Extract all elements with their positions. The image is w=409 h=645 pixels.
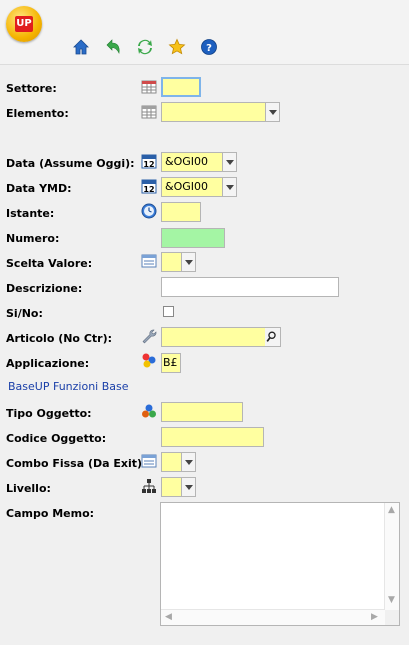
scelta-valore-label: Scelta Valore:: [6, 257, 93, 270]
scroll-up-arrow-icon[interactable]: ▲: [388, 505, 395, 515]
scelta-valore-combo[interactable]: [161, 252, 182, 272]
calendar-icon[interactable]: 12: [141, 178, 157, 194]
object-type-icon: [141, 403, 157, 419]
data-assume-oggi-dropdown-button[interactable]: [223, 152, 237, 172]
toolbar-header: UP ?: [0, 0, 409, 65]
livello-label: Livello:: [6, 482, 51, 495]
scelta-valore-dropdown-button[interactable]: [182, 252, 196, 272]
table-icon: [141, 79, 157, 95]
elemento-dropdown-button[interactable]: [266, 102, 280, 122]
home-icon[interactable]: [72, 38, 90, 56]
combo-fissa-combo[interactable]: [161, 452, 182, 472]
back-icon[interactable]: [104, 38, 122, 56]
campo-memo-textarea[interactable]: ▲ ▼ ◀ ▶: [160, 502, 400, 626]
data-ymd-input[interactable]: &OGI00: [161, 177, 223, 197]
refresh-icon[interactable]: [136, 38, 154, 56]
scroll-down-arrow-icon[interactable]: ▼: [388, 595, 395, 605]
app-logo-text: UP: [15, 16, 33, 32]
list-icon: [141, 253, 157, 269]
numero-label: Numero:: [6, 232, 60, 245]
magnifier-icon: [266, 331, 276, 342]
list-icon: [141, 453, 157, 469]
settore-label: Settore:: [6, 82, 57, 95]
calendar-icon[interactable]: 12: [141, 153, 157, 169]
data-assume-oggi-input[interactable]: &OGI00: [161, 152, 223, 172]
svg-text:?: ?: [206, 43, 212, 54]
codice-oggetto-input[interactable]: [161, 427, 264, 447]
livello-combo[interactable]: [161, 477, 182, 497]
scrollbar-corner: [385, 610, 399, 625]
molecule-icon: [141, 352, 157, 368]
combo-fissa-label: Combo Fissa (Da Exit):: [6, 457, 147, 470]
hierarchy-icon: [141, 478, 157, 494]
memo-vertical-scrollbar[interactable]: ▲ ▼: [384, 503, 399, 611]
livello-dropdown-button[interactable]: [182, 477, 196, 497]
descrizione-input[interactable]: [161, 277, 339, 297]
combo-fissa-dropdown-button[interactable]: [182, 452, 196, 472]
elemento-combo[interactable]: [161, 102, 266, 122]
tipo-oggetto-input[interactable]: [161, 402, 243, 422]
descrizione-label: Descrizione:: [6, 282, 83, 295]
table-icon: [141, 104, 157, 120]
articolo-input[interactable]: [161, 327, 266, 347]
articolo-search-button[interactable]: [265, 327, 281, 347]
istante-input[interactable]: [161, 202, 201, 222]
data-assume-oggi-label: Data (Assume Oggi):: [6, 157, 135, 170]
articolo-label: Articolo (No Ctr):: [6, 332, 113, 345]
settore-input[interactable]: [161, 77, 201, 97]
campo-memo-label: Campo Memo:: [6, 507, 95, 520]
data-ymd-dropdown-button[interactable]: [223, 177, 237, 197]
clock-icon[interactable]: [141, 203, 157, 219]
scroll-right-arrow-icon[interactable]: ▶: [371, 612, 378, 622]
scroll-left-arrow-icon[interactable]: ◀: [165, 612, 172, 622]
svg-text:12: 12: [143, 185, 154, 194]
wrench-icon: [141, 328, 157, 344]
memo-horizontal-scrollbar[interactable]: ◀ ▶: [161, 609, 385, 625]
help-icon[interactable]: ?: [200, 38, 218, 56]
data-ymd-label: Data YMD:: [6, 182, 72, 195]
applicazione-input[interactable]: B£: [161, 353, 181, 373]
app-logo: UP: [6, 6, 42, 42]
si-no-label: Si/No:: [6, 307, 43, 320]
svg-text:12: 12: [143, 160, 154, 169]
codice-oggetto-label: Codice Oggetto:: [6, 432, 107, 445]
tipo-oggetto-label: Tipo Oggetto:: [6, 407, 92, 420]
si-no-checkbox[interactable]: [163, 306, 174, 317]
applicazione-description: BaseUP Funzioni Base: [8, 380, 129, 393]
istante-label: Istante:: [6, 207, 55, 220]
numero-input[interactable]: [161, 228, 225, 248]
elemento-label: Elemento:: [6, 107, 69, 120]
favorite-icon[interactable]: [168, 38, 186, 56]
applicazione-label: Applicazione:: [6, 357, 90, 370]
